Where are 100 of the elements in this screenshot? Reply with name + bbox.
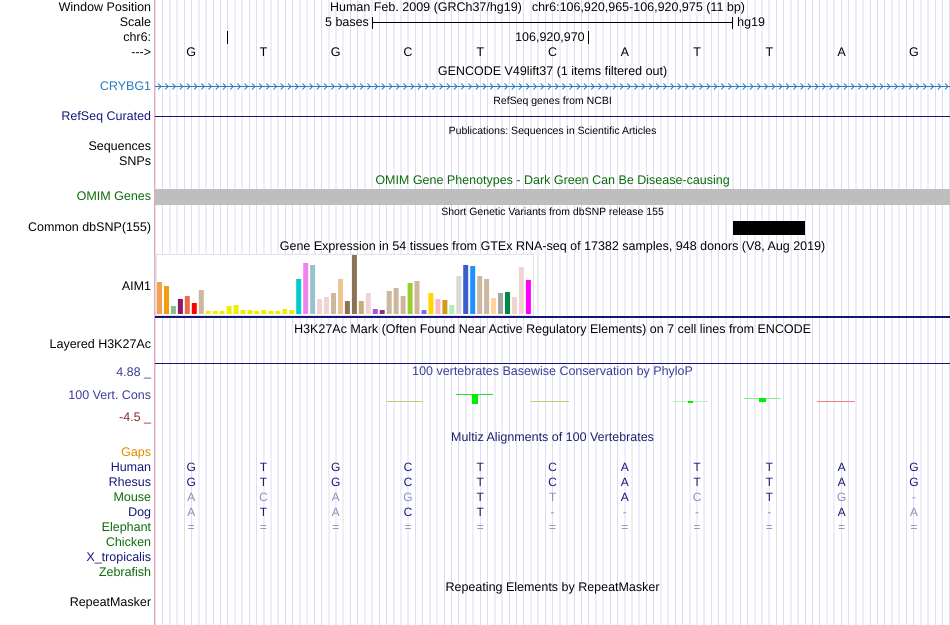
base-letter: T xyxy=(693,460,701,475)
base-letter: C xyxy=(692,490,702,505)
base-letter: A xyxy=(620,475,629,490)
base-letter: - xyxy=(695,505,700,520)
track-label[interactable]: SNPs xyxy=(119,154,151,169)
row-label[interactable]: ---> xyxy=(131,45,151,60)
base-letter: = xyxy=(838,520,846,535)
base-letter: G xyxy=(403,490,413,505)
base-letter: C xyxy=(548,475,557,490)
species-label[interactable]: Chicken xyxy=(106,535,151,550)
base-letter: T xyxy=(476,45,484,60)
species-label[interactable]: Dog xyxy=(128,505,151,520)
tick-mark xyxy=(588,31,589,44)
base-letter: T xyxy=(765,45,774,60)
base-letter: A xyxy=(620,45,629,60)
track-title: GENCODE V49lift37 (1 items filtered out) xyxy=(436,64,668,79)
base-letter: C xyxy=(404,475,412,490)
base-letter: G xyxy=(908,45,919,60)
track-label[interactable]: CRYBG1 xyxy=(100,79,151,94)
base-letter: T xyxy=(693,45,701,60)
base-letter: - xyxy=(622,505,627,520)
base-letter: C xyxy=(404,460,412,475)
base-letter: T xyxy=(766,490,773,505)
base-letter: T xyxy=(548,490,556,505)
base-letter: = xyxy=(260,520,267,535)
base-letter: A xyxy=(620,460,629,475)
base-letter: = xyxy=(548,520,556,535)
base-letter: - xyxy=(912,490,916,505)
base-letter: A xyxy=(187,490,196,505)
base-letter: - xyxy=(767,505,772,520)
base-letter: = xyxy=(476,520,484,535)
base-letter: G xyxy=(909,460,919,475)
track-title: OMIM Gene Phenotypes - Dark Green Can Be Disease-causing xyxy=(374,173,731,188)
base-letter: = xyxy=(694,520,701,535)
species-label[interactable]: Elephant xyxy=(102,520,151,535)
axis-label[interactable]: -4.5 _ xyxy=(119,410,151,424)
base-letter: T xyxy=(260,505,268,520)
base-letter: C xyxy=(548,45,557,60)
base-letter: = xyxy=(910,520,918,535)
track-title: Publications: Sequences in Scientific Articles xyxy=(448,124,658,139)
position-text: chr6:106,920,965-106,920,975 (11 bp) xyxy=(532,0,745,15)
base-letter: T xyxy=(693,475,701,490)
base-letter: = xyxy=(404,520,412,535)
base-letter: T xyxy=(260,460,268,475)
base-letter: A xyxy=(838,460,846,475)
base-letter: C xyxy=(548,460,557,475)
base-letter: A xyxy=(620,490,629,505)
base-letter: = xyxy=(621,520,628,535)
base-letter: G xyxy=(330,45,341,60)
track-title: Multiz Alignments of 100 Vertebrates xyxy=(450,430,655,445)
assembly-name: Human Feb. 2009 (GRCh37/hg19) xyxy=(330,0,522,15)
base-letter: G xyxy=(186,460,196,475)
base-letter: G xyxy=(836,490,846,505)
base-letter: A xyxy=(332,505,340,520)
row-label[interactable]: chr6: xyxy=(123,30,151,45)
coordinate-label: 106,920,970 xyxy=(515,30,585,45)
base-letter: G xyxy=(331,475,340,490)
assembly-label: hg19 xyxy=(737,15,765,30)
base-letter: A xyxy=(910,505,918,520)
base-letter: G xyxy=(186,475,196,490)
track-label[interactable]: OMIM Genes xyxy=(76,189,151,204)
track-title: Gene Expression in 54 tissues from GTEx RNA-seq of 17382 samples, 948 donors (V8, Aug 2019) xyxy=(278,239,826,254)
base-letter: A xyxy=(838,505,846,520)
base-letter: C xyxy=(403,45,412,60)
tick-mark xyxy=(227,31,228,44)
track-label[interactable]: Common dbSNP(155) xyxy=(28,220,151,235)
species-label[interactable]: Human xyxy=(110,460,151,475)
base-letter: A xyxy=(838,475,846,490)
base-letter: - xyxy=(550,505,554,520)
scale-text: 5 bases xyxy=(325,15,369,30)
base-letter: C xyxy=(259,490,268,505)
track-title: 100 vertebrates Basewise Conservation by PhyloP xyxy=(412,364,693,379)
species-label[interactable]: Rhesus xyxy=(108,475,151,490)
base-letter: T xyxy=(766,475,773,490)
base-letter: A xyxy=(187,505,196,520)
track-label[interactable]: 100 Vert. Cons xyxy=(68,388,151,402)
base-letter: C xyxy=(404,505,412,520)
base-letter: G xyxy=(331,460,340,475)
base-letter: T xyxy=(260,45,268,60)
axis-label[interactable]: 4.88 _ xyxy=(116,365,151,379)
track-label[interactable]: Sequences xyxy=(88,139,151,154)
track-label[interactable]: RefSeq Curated xyxy=(61,109,151,124)
track-label[interactable]: Layered H3K27Ac xyxy=(50,337,151,352)
base-letter: A xyxy=(332,490,340,505)
row-label[interactable]: Scale xyxy=(120,15,151,30)
base-letter: T xyxy=(260,475,268,490)
track-label[interactable]: AIM1 xyxy=(122,278,151,294)
species-label[interactable]: Zebrafish xyxy=(98,565,151,580)
base-letter: A xyxy=(837,45,846,60)
track-label[interactable]: RepeatMasker xyxy=(70,595,151,610)
row-label[interactable]: Window Position xyxy=(58,0,151,15)
species-label[interactable]: Mouse xyxy=(113,490,151,505)
base-letter: = xyxy=(332,520,340,535)
species-label[interactable]: X_tropicalis xyxy=(86,550,151,565)
base-letter: = xyxy=(766,520,773,535)
base-letter: T xyxy=(476,460,484,475)
base-letter: G xyxy=(186,45,196,60)
track-title: Short Genetic Variants from dbSNP release 155 xyxy=(440,205,665,220)
base-letter: T xyxy=(476,475,484,490)
base-letter: = xyxy=(188,520,195,535)
